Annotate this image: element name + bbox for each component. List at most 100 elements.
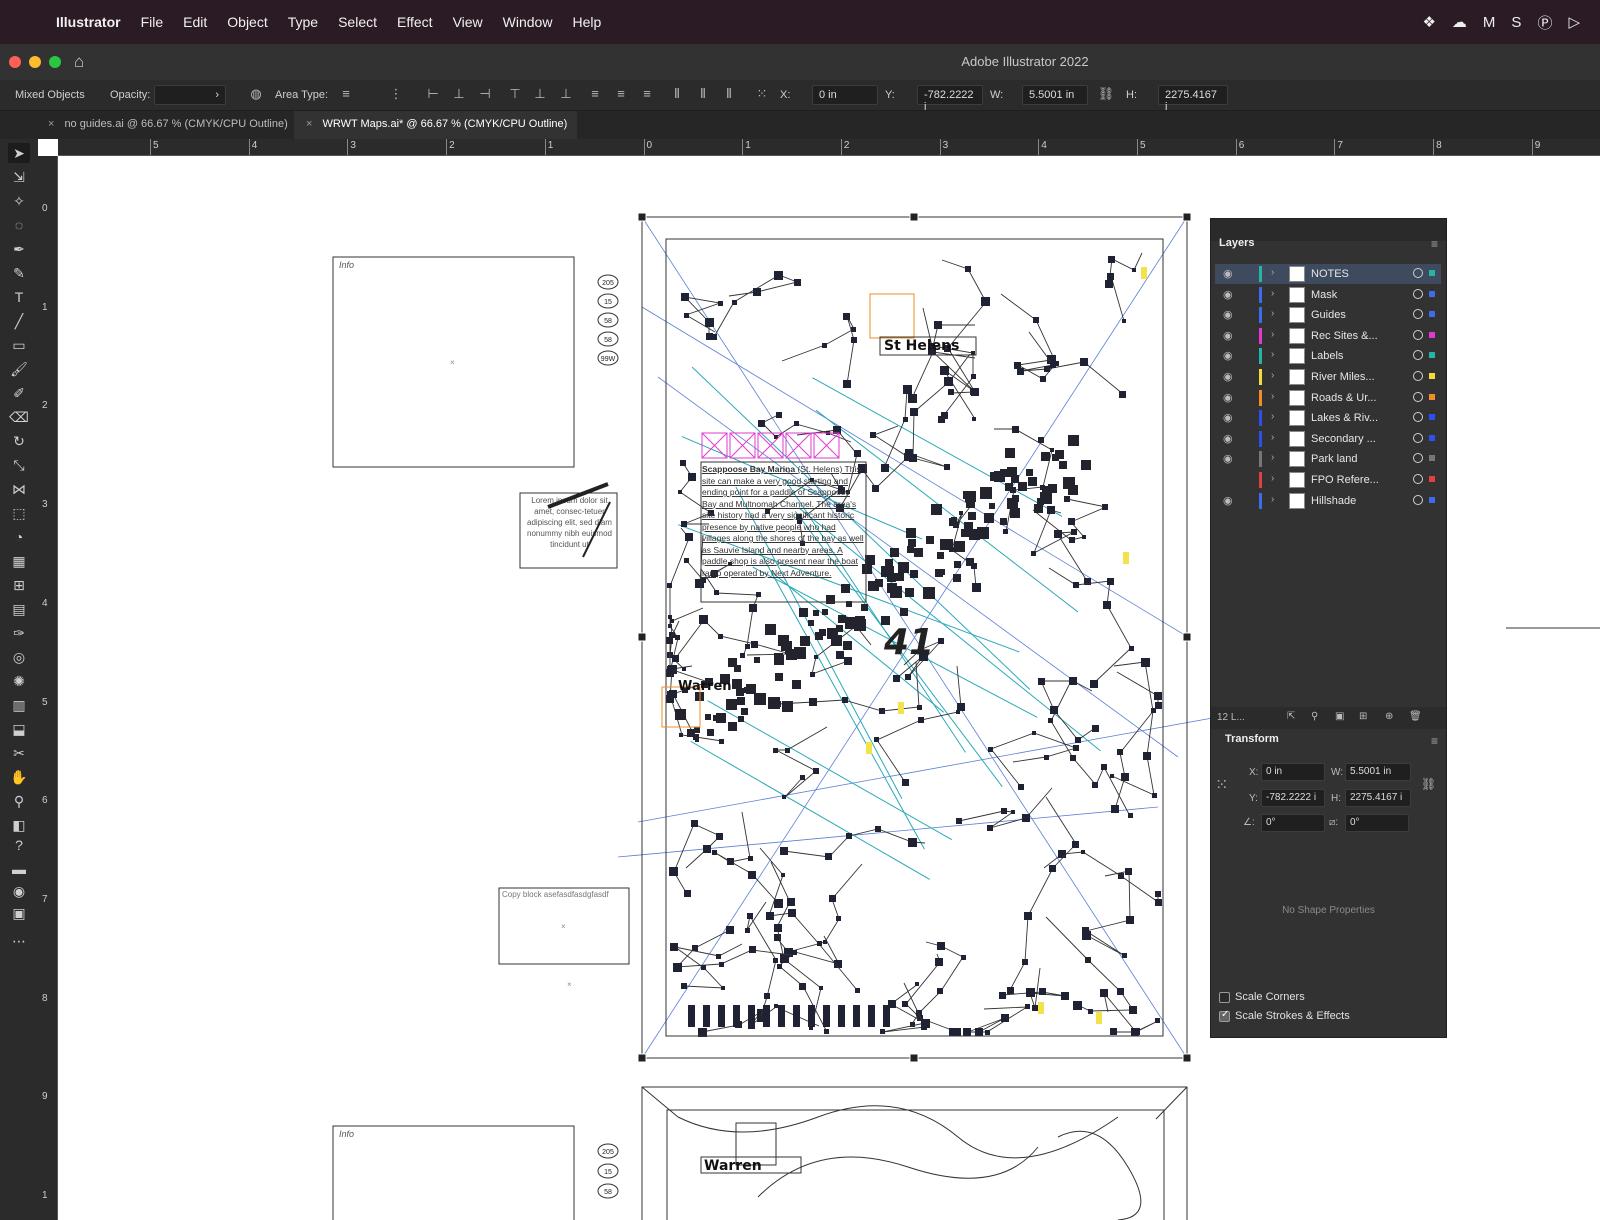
layer-row[interactable]: ◉ › Park land (1215, 449, 1441, 469)
dropbox-icon[interactable]: ❖ (1422, 13, 1435, 31)
column-graph-tool-icon[interactable]: ▥ (8, 695, 30, 715)
visibility-eye-icon[interactable]: ◉ (1223, 411, 1233, 424)
reference-point-icon[interactable]: ⁙ (752, 86, 772, 104)
visibility-eye-icon[interactable]: ◉ (1223, 494, 1233, 507)
chevron-right-icon[interactable]: › (1271, 391, 1274, 402)
horizontal-ruler[interactable]: 5 4 3 2 1 0 1 2 3 4 5 6 7 8 9 (58, 139, 1600, 156)
paintbrush-tool-icon[interactable]: 🖌 (8, 359, 30, 379)
blob-brush-tool-icon[interactable]: ✐ (8, 383, 30, 403)
curvature-tool-icon[interactable]: ✎ (8, 263, 30, 283)
symbol-sprayer-tool-icon[interactable]: ✺ (8, 671, 30, 691)
area-type-options-icon[interactable]: ≡ (336, 86, 356, 104)
layer-row[interactable]: ◉ › NOTES (1215, 264, 1441, 284)
color-mode-icon[interactable]: ▬ (8, 859, 30, 879)
zoom-tool-icon[interactable]: ⚲ (8, 791, 30, 811)
screen-mode-icon[interactable]: ▣ (8, 903, 30, 923)
chevron-right-icon[interactable]: › (1271, 452, 1274, 463)
target-circle-icon[interactable] (1413, 329, 1423, 340)
magic-wand-tool-icon[interactable]: ✧ (8, 191, 30, 211)
pen-tool-icon[interactable]: ✒ (8, 239, 30, 259)
constrain-proportions-icon[interactable]: ⛓ (1096, 86, 1116, 104)
menu-type[interactable]: Type (288, 14, 318, 30)
visibility-eye-icon[interactable]: ◉ (1223, 432, 1233, 445)
distribute-bottom-icon[interactable]: ≡ (637, 86, 657, 104)
menu-help[interactable]: Help (572, 14, 601, 30)
gradient-tool-icon[interactable]: ▤ (8, 599, 30, 619)
align-bottom-icon[interactable]: ⊥ (556, 86, 576, 104)
menu-illustrator[interactable]: Illustrator (56, 14, 121, 30)
align-top-icon[interactable]: ⊤ (505, 86, 525, 104)
layer-row[interactable]: ◉ › Guides (1215, 305, 1441, 325)
chevron-right-icon[interactable]: › (1271, 267, 1274, 278)
selection-indicator[interactable] (1429, 331, 1435, 338)
fill-stroke-icon[interactable]: ◧ (8, 815, 30, 835)
w-field[interactable]: 5.5001 in (1022, 85, 1088, 105)
distribute-left-icon[interactable]: ⦀ (667, 86, 687, 104)
layer-row[interactable]: ◉ › Lakes & Riv... (1215, 408, 1441, 428)
distribute-vcenter-icon[interactable]: ≡ (611, 86, 631, 104)
menu-edit[interactable]: Edit (183, 14, 207, 30)
visibility-eye-icon[interactable]: ◉ (1223, 308, 1233, 321)
recolor-icon[interactable]: ◍ (246, 86, 266, 104)
layers-panel-title[interactable]: Layers (1219, 237, 1254, 249)
shape-builder-tool-icon[interactable]: ◔ (8, 527, 30, 547)
lasso-tool-icon[interactable]: ◌ (8, 215, 30, 235)
perspective-grid-tool-icon[interactable]: ▦ (8, 551, 30, 571)
selection-indicator[interactable] (1429, 352, 1435, 359)
reference-point-icon[interactable]: ⁙ (1215, 775, 1228, 795)
transform-y-field[interactable]: -782.2222 i (1261, 789, 1325, 807)
target-circle-icon[interactable] (1413, 412, 1423, 423)
clipping-mask-icon[interactable]: ▣ (1335, 711, 1344, 722)
selection-handle[interactable] (637, 1053, 647, 1063)
selection-handle[interactable] (909, 1053, 919, 1063)
target-circle-icon[interactable] (1413, 268, 1423, 278)
selection-handle[interactable] (637, 632, 647, 642)
type-tool-icon[interactable]: T (8, 287, 30, 307)
selection-indicator[interactable] (1429, 290, 1435, 297)
eraser-tool-icon[interactable]: ⌫ (8, 407, 30, 427)
visibility-eye-icon[interactable]: ◉ (1223, 288, 1233, 301)
chevron-right-icon[interactable]: › (1271, 432, 1274, 443)
rotate-tool-icon[interactable]: ↻ (8, 431, 30, 451)
blend-tool-icon[interactable]: ◎ (8, 647, 30, 667)
selection-indicator[interactable] (1429, 311, 1435, 318)
new-layer-icon[interactable]: ⊕ (1385, 711, 1393, 722)
p-icon[interactable]: Ⓟ (1537, 12, 1552, 33)
menu-effect[interactable]: Effect (397, 14, 433, 30)
selection-handle[interactable] (1182, 212, 1192, 222)
panel-menu-icon[interactable]: ≡ (1431, 734, 1438, 748)
locate-object-icon[interactable]: ⚲ (1311, 711, 1318, 722)
target-circle-icon[interactable] (1413, 391, 1423, 402)
menu-object[interactable]: Object (227, 14, 267, 30)
visibility-eye-icon[interactable]: ◉ (1223, 452, 1233, 465)
tab-wrwt-maps[interactable]: × WRWT Maps.ai* @ 66.67 % (CMYK/CPU Outli… (294, 111, 578, 139)
target-circle-icon[interactable] (1413, 309, 1423, 320)
direct-selection-tool-icon[interactable]: ⇲ (8, 167, 30, 187)
layer-row[interactable]: ◉ › Secondary ... (1215, 429, 1441, 449)
scale-strokes-checkbox[interactable]: ✓ (1219, 1009, 1230, 1022)
menu-file[interactable]: File (141, 14, 164, 30)
visibility-eye-icon[interactable]: ◉ (1223, 349, 1233, 362)
selection-indicator[interactable] (1429, 373, 1435, 379)
creative-cloud-icon[interactable]: ☁ (1452, 13, 1467, 31)
visibility-eye-icon[interactable]: ◉ (1223, 391, 1233, 404)
opacity-field[interactable]: › (154, 85, 226, 105)
constrain-icon[interactable]: ⛓ (1421, 777, 1436, 791)
menu-select[interactable]: Select (338, 14, 377, 30)
chevron-right-icon[interactable]: › (1271, 329, 1274, 340)
distribute-hcenter-icon[interactable]: ⦀ (693, 86, 713, 104)
layer-row[interactable]: ◉ › River Miles... (1215, 367, 1441, 387)
transform-panel-title[interactable]: Transform (1211, 733, 1446, 751)
new-sublayer-icon[interactable]: ⊞ (1359, 711, 1367, 722)
menu-window[interactable]: Window (503, 14, 553, 30)
align-left-icon[interactable]: ⊢ (423, 86, 443, 104)
layer-row[interactable]: ◉ › Hillshade (1215, 491, 1441, 511)
selection-handle[interactable] (1182, 1053, 1192, 1063)
chevron-right-icon[interactable]: › (1271, 288, 1274, 299)
info-box[interactable] (332, 1125, 575, 1220)
close-tab-icon[interactable]: × (306, 118, 312, 130)
align-vcenter-icon[interactable]: ⊥ (530, 86, 550, 104)
layer-row[interactable]: › FPO Refere... (1215, 470, 1441, 490)
selection-indicator[interactable] (1429, 270, 1435, 276)
distribute-top-icon[interactable]: ≡ (585, 86, 605, 104)
